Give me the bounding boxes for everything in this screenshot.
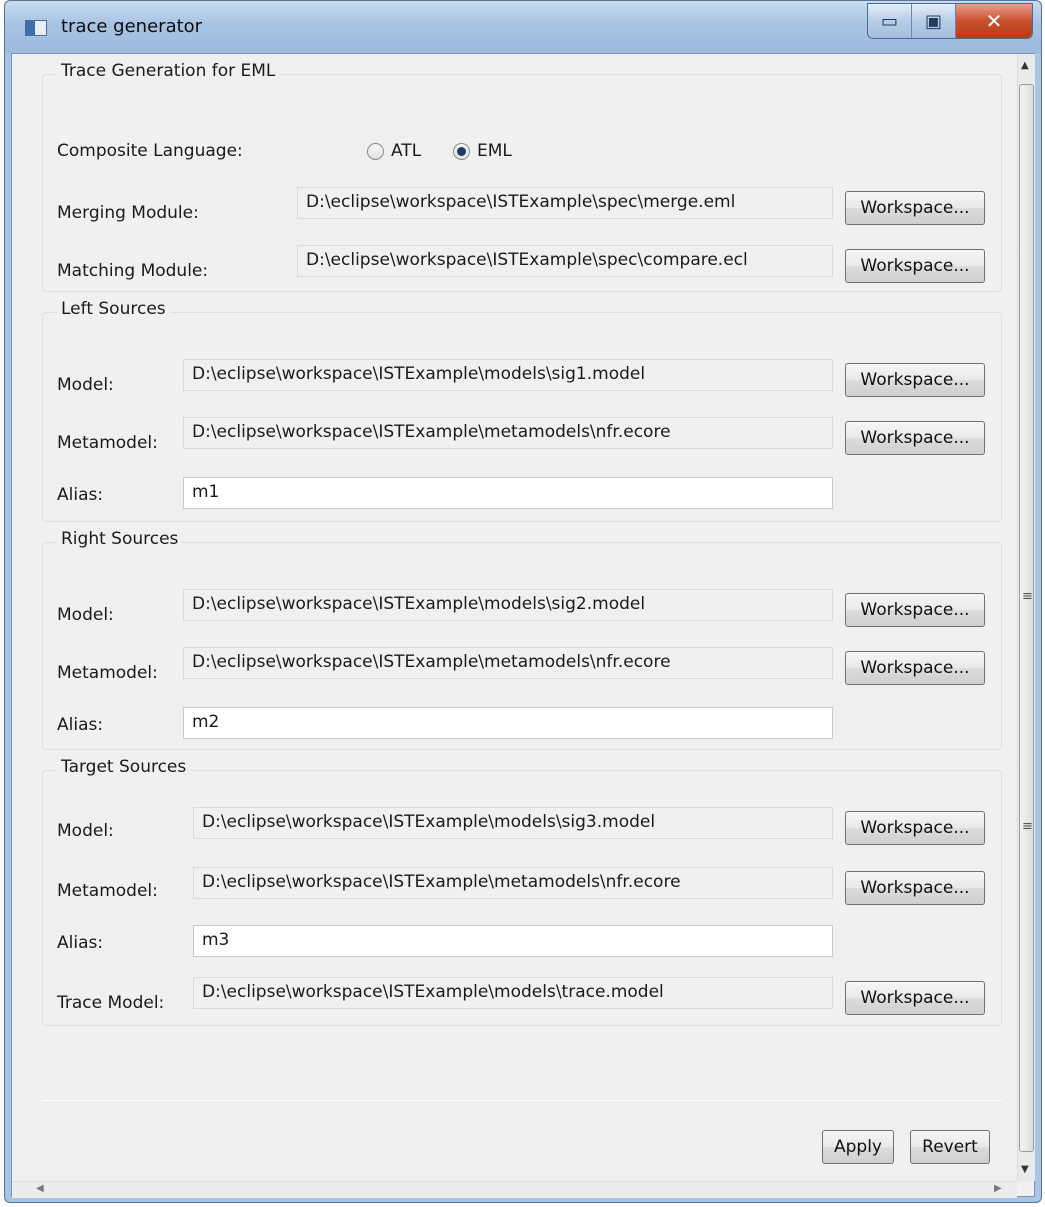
close-button[interactable]: ✕ bbox=[956, 4, 1032, 38]
left-metamodel-workspace-button[interactable]: Workspace... bbox=[845, 421, 985, 455]
matching-module-field[interactable]: D:\eclipse\workspace\ISTExample\spec\com… bbox=[297, 245, 833, 277]
trace-model-field[interactable]: D:\eclipse\workspace\ISTExample\models\t… bbox=[193, 977, 833, 1009]
scroll-left-icon[interactable]: ◀ bbox=[36, 1183, 44, 1194]
maximize-button[interactable]: ▣ bbox=[912, 4, 956, 38]
trace-model-workspace-button[interactable]: Workspace... bbox=[845, 981, 985, 1015]
close-icon: ✕ bbox=[985, 9, 1003, 33]
target-metamodel-field[interactable]: D:\eclipse\workspace\ISTExample\metamode… bbox=[193, 867, 833, 899]
merging-module-label: Merging Module: bbox=[57, 203, 199, 223]
minimize-button[interactable]: ▭ bbox=[868, 4, 912, 38]
minimize-icon: ▭ bbox=[880, 10, 898, 32]
grip-icon: ≡ bbox=[1022, 819, 1033, 834]
target-metamodel-workspace-button[interactable]: Workspace... bbox=[845, 871, 985, 905]
horizontal-scrollbar[interactable]: ◀ ▶ bbox=[12, 1181, 1017, 1198]
right-metamodel-label: Metamodel: bbox=[57, 663, 158, 683]
group-title: Right Sources bbox=[57, 529, 183, 549]
radio-eml[interactable] bbox=[453, 143, 470, 160]
maximize-icon: ▣ bbox=[924, 10, 942, 32]
matching-workspace-button[interactable]: Workspace... bbox=[845, 249, 985, 283]
trace-generation-group: Trace Generation for EML Composite Langu… bbox=[42, 61, 1002, 292]
group-title: Target Sources bbox=[57, 757, 191, 777]
radio-atl-label[interactable]: ATL bbox=[391, 141, 421, 161]
scroll-up-icon[interactable]: ▲ bbox=[1021, 60, 1029, 71]
right-metamodel-field[interactable]: D:\eclipse\workspace\ISTExample\metamode… bbox=[183, 647, 833, 679]
left-model-field[interactable]: D:\eclipse\workspace\ISTExample\models\s… bbox=[183, 359, 833, 391]
trace-model-label: Trace Model: bbox=[57, 993, 165, 1013]
group-title: Left Sources bbox=[57, 299, 170, 319]
app-icon bbox=[25, 20, 47, 36]
target-alias-input[interactable]: m3 bbox=[193, 925, 833, 957]
radio-eml-label[interactable]: EML bbox=[477, 141, 512, 161]
left-sources-group: Left Sources Model: D:\eclipse\workspace… bbox=[42, 299, 1002, 522]
target-model-label: Model: bbox=[57, 821, 114, 841]
right-alias-input[interactable]: m2 bbox=[183, 707, 833, 739]
right-alias-label: Alias: bbox=[57, 715, 104, 735]
target-model-workspace-button[interactable]: Workspace... bbox=[845, 811, 985, 845]
title-bar[interactable]: trace generator ▭ ▣ ✕ bbox=[5, 1, 1041, 53]
apply-button[interactable]: Apply bbox=[822, 1130, 894, 1164]
left-model-workspace-button[interactable]: Workspace... bbox=[845, 363, 985, 397]
matching-module-label: Matching Module: bbox=[57, 261, 209, 281]
app-window: trace generator ▭ ▣ ✕ Trace Generation f… bbox=[4, 0, 1042, 1203]
target-sources-group: Target Sources Model: D:\eclipse\workspa… bbox=[42, 757, 1002, 1026]
left-metamodel-label: Metamodel: bbox=[57, 433, 158, 453]
radio-atl[interactable] bbox=[367, 143, 384, 160]
left-alias-label: Alias: bbox=[57, 485, 104, 505]
grip-icon: ≡ bbox=[1022, 589, 1033, 604]
vertical-scrollbar[interactable]: ▲ ≡ ≡ ▼ bbox=[1017, 54, 1035, 1181]
composite-language-label: Composite Language: bbox=[57, 141, 243, 161]
scroll-down-icon[interactable]: ▼ bbox=[1021, 1164, 1029, 1175]
target-model-field[interactable]: D:\eclipse\workspace\ISTExample\models\s… bbox=[193, 807, 833, 839]
target-alias-label: Alias: bbox=[57, 933, 104, 953]
target-metamodel-label: Metamodel: bbox=[57, 881, 158, 901]
client-area: Trace Generation for EML Composite Langu… bbox=[11, 53, 1035, 1198]
group-title: Trace Generation for EML bbox=[57, 61, 280, 81]
merging-module-field[interactable]: D:\eclipse\workspace\ISTExample\spec\mer… bbox=[297, 187, 833, 219]
footer-separator bbox=[42, 1100, 1002, 1101]
left-model-label: Model: bbox=[57, 375, 114, 395]
right-model-field[interactable]: D:\eclipse\workspace\ISTExample\models\s… bbox=[183, 589, 833, 621]
scroll-right-icon[interactable]: ▶ bbox=[994, 1183, 1002, 1194]
left-metamodel-field[interactable]: D:\eclipse\workspace\ISTExample\metamode… bbox=[183, 417, 833, 449]
right-metamodel-workspace-button[interactable]: Workspace... bbox=[845, 651, 985, 685]
right-sources-group: Right Sources Model: D:\eclipse\workspac… bbox=[42, 529, 1002, 750]
right-model-workspace-button[interactable]: Workspace... bbox=[845, 593, 985, 627]
revert-button[interactable]: Revert bbox=[910, 1130, 990, 1164]
window-title: trace generator bbox=[61, 16, 203, 37]
caption-buttons: ▭ ▣ ✕ bbox=[867, 3, 1033, 39]
right-model-label: Model: bbox=[57, 605, 114, 625]
left-alias-input[interactable]: m1 bbox=[183, 477, 833, 509]
merging-workspace-button[interactable]: Workspace... bbox=[845, 191, 985, 225]
vertical-scroll-thumb[interactable]: ≡ ≡ bbox=[1019, 84, 1034, 1152]
